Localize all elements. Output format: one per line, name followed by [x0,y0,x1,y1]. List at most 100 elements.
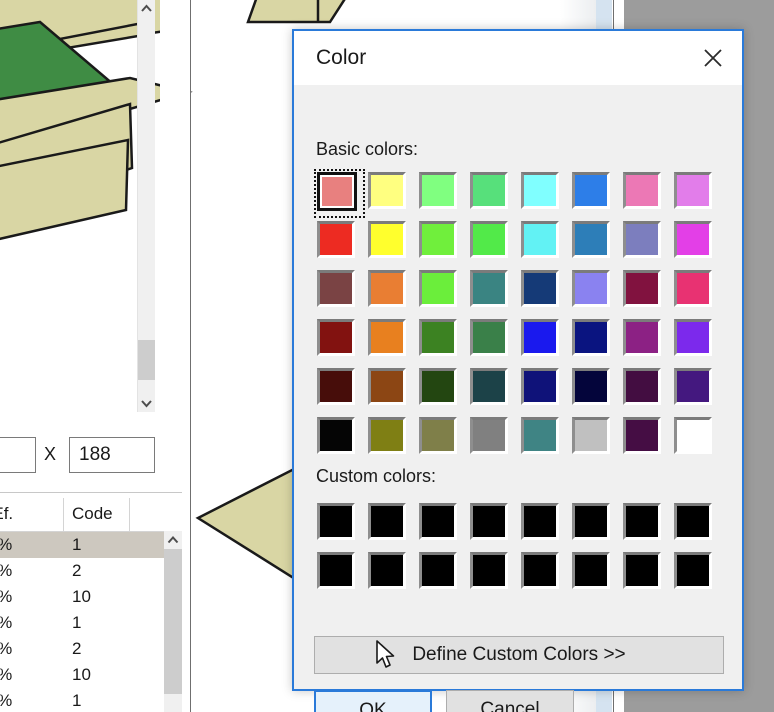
custom-color-swatch-1[interactable] [365,500,416,549]
color-swatch[interactable] [623,221,661,258]
column-header-code[interactable]: Code [64,498,130,531]
chevron-up-icon[interactable] [138,0,155,17]
color-swatch[interactable] [623,503,661,540]
custom-color-swatch-13[interactable] [569,549,620,598]
table-row[interactable]: 5.69% 2 [0,636,164,662]
color-swatch[interactable] [368,270,406,307]
color-swatch[interactable] [317,368,355,405]
column-header-vol-ef[interactable]: Vol Ef. [0,498,64,531]
chevron-up-icon[interactable] [164,531,182,549]
color-swatch[interactable] [572,417,610,454]
basic-color-swatch-26[interactable] [416,316,467,365]
color-swatch[interactable] [572,503,610,540]
basic-color-swatch-6[interactable] [620,169,671,218]
color-swatch[interactable] [674,503,712,540]
color-swatch[interactable] [674,172,712,209]
table-row[interactable]: 3.01% 1 [0,688,164,712]
column-header-blank[interactable] [130,498,164,531]
basic-color-swatch-5[interactable] [569,169,620,218]
scrollbar-thumb[interactable] [138,340,155,380]
color-swatch[interactable] [521,417,559,454]
basic-color-swatch-20[interactable] [518,267,569,316]
basic-color-swatch-15[interactable] [671,218,722,267]
color-swatch[interactable] [317,503,355,540]
basic-color-swatch-19[interactable] [467,267,518,316]
color-swatch[interactable] [317,417,355,454]
color-swatch[interactable] [674,368,712,405]
color-swatch[interactable] [419,172,457,209]
color-swatch[interactable] [368,172,406,209]
basic-color-swatch-36[interactable] [518,365,569,414]
color-swatch[interactable] [572,221,610,258]
basic-color-swatch-21[interactable] [569,267,620,316]
basic-color-swatch-14[interactable] [620,218,671,267]
basic-color-swatch-7[interactable] [671,169,722,218]
basic-color-swatch-2[interactable] [416,169,467,218]
color-swatch[interactable] [623,172,661,209]
basic-color-swatch-35[interactable] [467,365,518,414]
basic-color-swatch-8[interactable] [314,218,365,267]
color-swatch[interactable] [623,368,661,405]
basic-color-swatch-4[interactable] [518,169,569,218]
basic-color-swatch-45[interactable] [569,414,620,463]
custom-color-swatch-7[interactable] [671,500,722,549]
color-swatch[interactable] [674,221,712,258]
color-swatch[interactable] [317,221,355,258]
color-swatch[interactable] [368,368,406,405]
color-swatch[interactable] [521,270,559,307]
color-swatch[interactable] [674,270,712,307]
color-swatch[interactable] [419,270,457,307]
custom-color-swatch-14[interactable] [620,549,671,598]
basic-color-swatch-27[interactable] [467,316,518,365]
custom-color-swatch-8[interactable] [314,549,365,598]
basic-color-swatch-0[interactable] [314,169,365,218]
color-swatch[interactable] [521,221,559,258]
color-swatch[interactable] [419,368,457,405]
basic-color-swatch-31[interactable] [671,316,722,365]
color-swatch[interactable] [470,319,508,356]
color-swatch[interactable] [419,221,457,258]
basic-color-swatch-25[interactable] [365,316,416,365]
color-swatch[interactable] [317,319,355,356]
color-swatch[interactable] [674,552,712,589]
color-swatch[interactable] [623,552,661,589]
table-row[interactable]: 5.12% 10 [0,584,164,610]
color-swatch[interactable] [572,368,610,405]
basic-color-swatch-38[interactable] [620,365,671,414]
table-row[interactable]: 3.77% 1 [0,610,164,636]
basic-color-swatch-23[interactable] [671,267,722,316]
color-swatch[interactable] [419,552,457,589]
basic-colors-grid[interactable] [314,169,722,463]
custom-color-swatch-9[interactable] [365,549,416,598]
color-swatch[interactable] [521,503,559,540]
basic-color-swatch-32[interactable] [314,365,365,414]
custom-color-swatch-4[interactable] [518,500,569,549]
custom-color-swatch-5[interactable] [569,500,620,549]
basic-color-swatch-40[interactable] [314,414,365,463]
basic-color-swatch-30[interactable] [620,316,671,365]
color-swatch[interactable] [470,368,508,405]
basic-color-swatch-13[interactable] [569,218,620,267]
scrollbar-thumb[interactable] [164,549,182,694]
basic-color-swatch-28[interactable] [518,316,569,365]
custom-colors-grid[interactable] [314,500,722,598]
color-swatch[interactable] [419,503,457,540]
width-field[interactable] [0,437,36,473]
color-swatch[interactable] [674,417,712,454]
color-swatch[interactable] [368,221,406,258]
cancel-button[interactable]: Cancel [446,690,574,712]
color-swatch[interactable] [317,172,357,211]
custom-color-swatch-3[interactable] [467,500,518,549]
basic-color-swatch-3[interactable] [467,169,518,218]
color-swatch[interactable] [674,319,712,356]
basic-color-swatch-43[interactable] [467,414,518,463]
color-swatch[interactable] [317,552,355,589]
custom-color-swatch-11[interactable] [467,549,518,598]
basic-color-swatch-46[interactable] [620,414,671,463]
basic-color-swatch-9[interactable] [365,218,416,267]
basic-color-swatch-22[interactable] [620,267,671,316]
basic-color-swatch-37[interactable] [569,365,620,414]
basic-color-swatch-41[interactable] [365,414,416,463]
basic-color-swatch-39[interactable] [671,365,722,414]
color-swatch[interactable] [572,172,610,209]
